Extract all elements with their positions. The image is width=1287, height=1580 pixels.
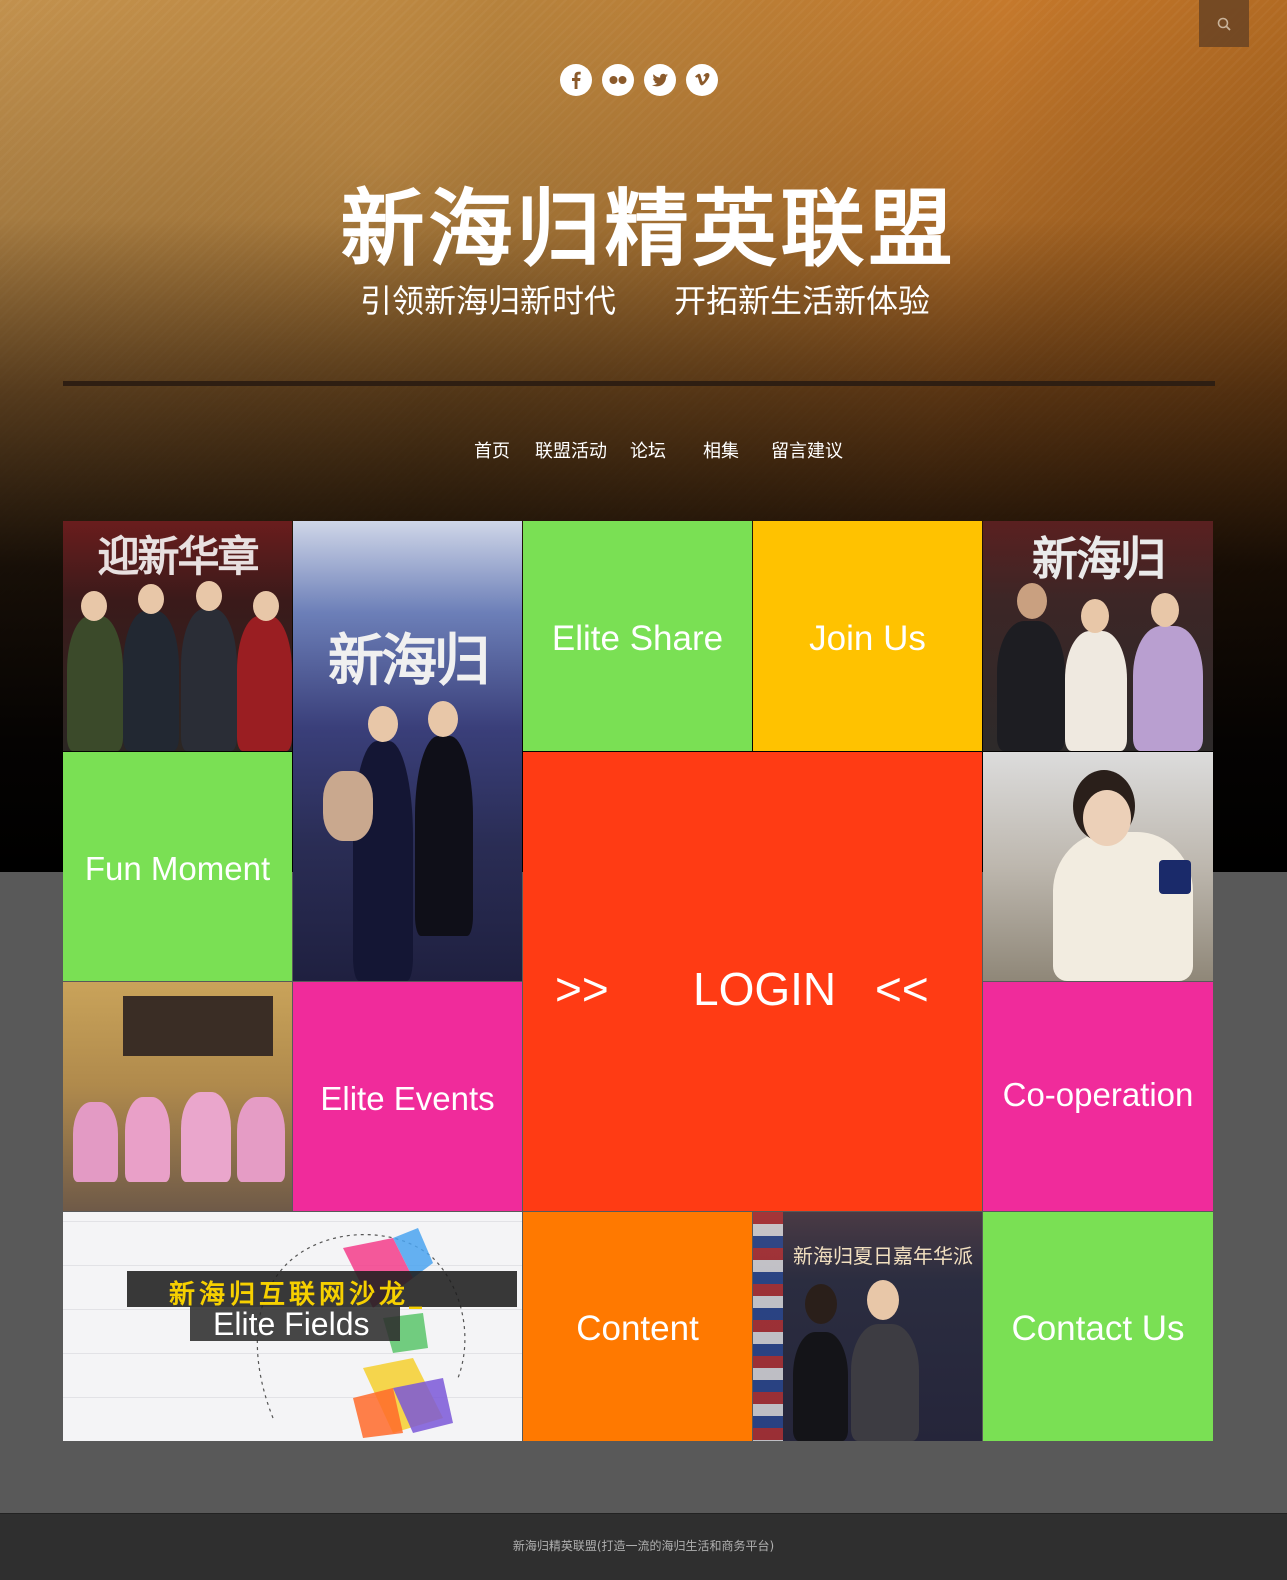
person-figure — [123, 611, 179, 751]
vimeo-icon[interactable] — [686, 64, 718, 96]
content-label: Content — [576, 1309, 699, 1348]
nav-item-home[interactable]: 首页 — [474, 437, 510, 463]
person-head — [1017, 583, 1047, 619]
photo-tile-women[interactable]: 新海归 — [293, 521, 522, 981]
twitter-icon[interactable] — [644, 64, 676, 96]
person-figure — [67, 616, 123, 751]
backdrop — [123, 996, 273, 1056]
person-figure — [415, 736, 473, 936]
photo-tile-group[interactable]: 迎新华章 — [63, 521, 292, 751]
photo-banner-text: 新海归 — [328, 629, 490, 694]
person-figure — [793, 1332, 848, 1441]
photo-tile-woman-pearls[interactable] — [983, 752, 1213, 981]
nav-item-activities[interactable]: 联盟活动 — [535, 437, 607, 463]
person-head — [138, 584, 164, 614]
person-head — [1151, 593, 1179, 627]
flags-strip — [753, 1212, 783, 1441]
login-label: LOGIN — [693, 963, 837, 1015]
photo-banner-text: 迎新华章 — [97, 532, 259, 581]
flag-armband — [1159, 860, 1191, 894]
nav-item-gallery[interactable]: 相集 — [703, 437, 739, 463]
person-head — [1083, 790, 1131, 846]
search-icon — [1217, 17, 1231, 31]
login-arrow-right: << — [875, 963, 929, 1015]
person-figure — [181, 609, 237, 751]
footer: 新海归精英联盟(打造一流的海归生活和商务平台) — [0, 1513, 1287, 1580]
nav-item-feedback[interactable]: 留言建议 — [771, 437, 843, 463]
person-figure — [237, 1097, 285, 1182]
main-nav: 首页 联盟活动 论坛 相集 留言建议 — [0, 437, 1287, 463]
contact-us-label: Contact Us — [1011, 1309, 1185, 1348]
photo-banner-text: 新海归 — [1032, 532, 1166, 586]
photo-banner-text: 新海归夏日嘉年华派 — [793, 1244, 973, 1268]
person-head — [1081, 599, 1109, 633]
photo-tile-musicians[interactable] — [63, 982, 292, 1211]
fun-moment-tile[interactable]: Fun Moment — [63, 752, 292, 981]
person-head — [253, 591, 279, 621]
content-tile[interactable]: Content — [523, 1212, 752, 1441]
contact-us-tile[interactable]: Contact Us — [983, 1212, 1213, 1441]
person-figure — [997, 621, 1065, 751]
elite-share-label: Elite Share — [551, 619, 724, 658]
person-figure — [125, 1097, 170, 1182]
join-us-tile[interactable]: Join Us — [753, 521, 982, 751]
slogan-right: 开拓新生活新体验 — [674, 282, 931, 320]
person-head — [368, 706, 398, 742]
social-links — [560, 64, 718, 96]
facebook-icon[interactable] — [560, 64, 592, 96]
elite-events-tile[interactable]: Elite Events — [293, 982, 522, 1211]
nav-item-forum[interactable]: 论坛 — [630, 437, 666, 463]
elite-events-label: Elite Events — [320, 1080, 495, 1117]
person-head — [805, 1284, 837, 1324]
elite-fields-tile[interactable]: 新海归互联网沙龙_ Elite Fields — [63, 1212, 522, 1441]
person-head — [196, 581, 222, 611]
flickr-icon[interactable] — [602, 64, 634, 96]
person-figure — [1053, 832, 1193, 981]
fur-stole — [323, 771, 373, 841]
person-head — [428, 701, 458, 737]
person-head — [867, 1280, 899, 1320]
header-divider — [63, 381, 1215, 386]
fun-moment-label: Fun Moment — [84, 850, 271, 887]
cooperation-label: Co-operation — [1002, 1076, 1194, 1113]
photo-tile-party[interactable]: 新海归 — [983, 521, 1213, 751]
search-button[interactable] — [1199, 0, 1249, 47]
person-figure — [851, 1324, 919, 1441]
site-title: 新海归精英联盟 — [340, 180, 957, 278]
login-arrow-left: >> — [555, 963, 609, 1015]
photo-tile-couple[interactable]: 新海归夏日嘉年华派 — [753, 1212, 982, 1441]
cooperation-tile[interactable]: Co-operation — [983, 982, 1213, 1211]
join-us-label: Join Us — [809, 619, 926, 658]
slogan-left: 引领新海归新时代 — [360, 282, 617, 320]
person-figure — [1133, 626, 1203, 751]
person-figure — [73, 1102, 118, 1182]
person-figure — [181, 1092, 231, 1182]
person-figure — [237, 616, 292, 751]
person-figure — [1065, 631, 1127, 751]
elite-share-tile[interactable]: Elite Share — [523, 521, 752, 751]
person-head — [81, 591, 107, 621]
login-tile[interactable]: >> LOGIN << — [523, 752, 982, 1211]
elite-fields-label: Elite Fields — [213, 1306, 370, 1342]
